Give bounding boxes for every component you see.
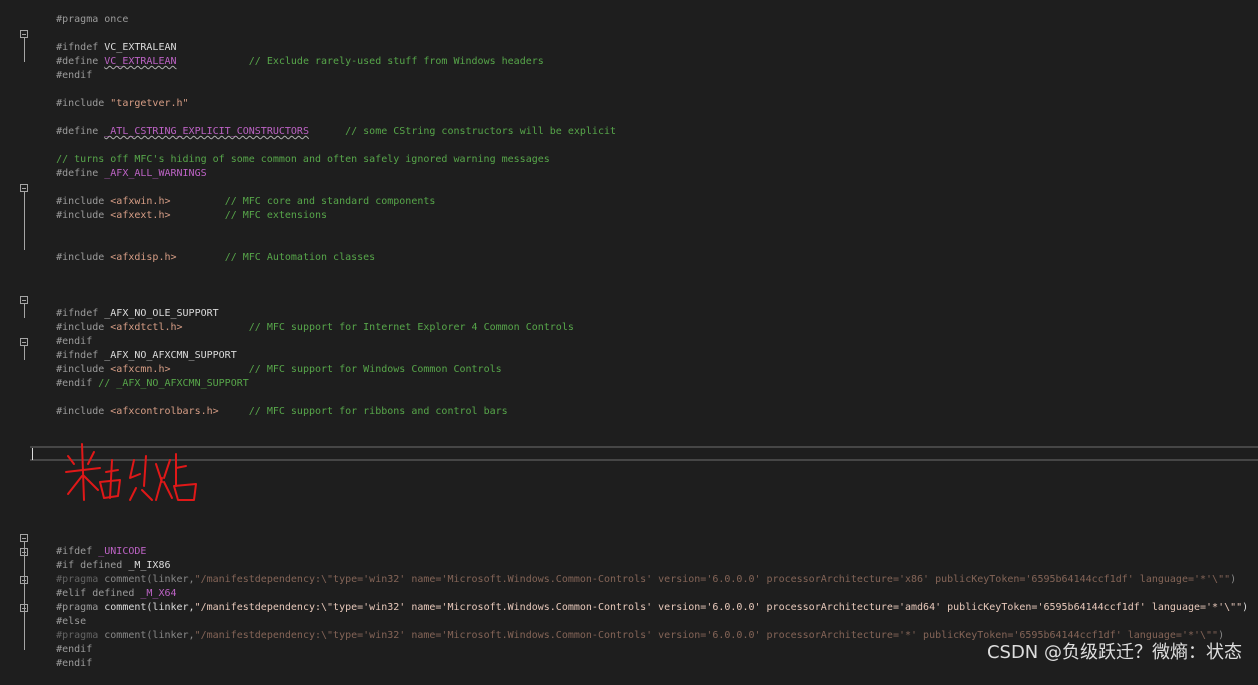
handwritten-annotation: 粘贴 [65,443,197,501]
fold-toggle[interactable] [20,30,28,38]
code-line: #ifndef _AFX_NO_AFXCMN_SUPPORT [56,350,237,361]
code-line: #pragma comment(linker,"/manifestdepende… [56,574,1237,585]
fold-toggle[interactable] [20,576,28,584]
code-line: #define _ATL_CSTRING_EXPLICIT_CONSTRUCTO… [56,126,617,137]
code-line: #include "targetver.h" [56,98,189,109]
code-line: #endif [56,336,93,347]
fold-guide [24,346,25,360]
code-line: #define VC_EXTRALEAN // Exclude rarely-u… [56,56,544,67]
fold-toggle[interactable] [20,548,28,556]
code-line: #pragma comment(linker,"/manifestdepende… [56,630,1225,641]
text-caret [32,448,33,460]
code-line: #pragma comment(linker,"/manifestdepende… [56,602,1249,613]
code-line: // turns off MFC's hiding of some common… [56,154,550,165]
code-line: #else [56,616,87,627]
code-line: #include <afxdtctl.h> // MFC support for… [56,322,574,333]
code-line: #include <afxcontrolbars.h> // MFC suppo… [56,406,508,417]
watermark: CSDN @负级跃迁？微熵：状态 [986,642,1242,663]
code-line: #ifdef _UNICODE [56,546,147,557]
code-line: #if defined _M_IX86 [56,560,171,571]
code-line: #include <afxext.h> // MFC extensions [56,210,328,221]
code-line: #endif // _AFX_NO_AFXCMN_SUPPORT [56,378,249,389]
code-editor[interactable]: #pragma once #ifndef VC_EXTRALEAN #defin… [0,0,1258,672]
code-line: #include <afxwin.h> // MFC core and stan… [56,196,436,207]
fold-guide [24,304,25,318]
fold-toggle[interactable] [20,534,28,542]
fold-toggle[interactable] [20,184,28,192]
fold-toggle[interactable] [20,338,28,346]
fold-guide [24,192,25,250]
code-line: #pragma once [56,14,129,25]
code-line: #include <afxcmn.h> // MFC support for W… [56,364,502,375]
code-line: #include <afxdisp.h> // MFC Automation c… [56,252,376,263]
code-line: #endif [56,644,93,655]
code-line: #endif [56,70,93,81]
fold-toggle[interactable] [20,604,28,612]
code-line: #elif defined _M_X64 [56,588,177,599]
current-line-highlight [30,446,1258,461]
fold-toggle[interactable] [20,296,28,304]
code-line: #ifndef _AFX_NO_OLE_SUPPORT [56,308,219,319]
fold-guide [24,542,25,650]
code-line: #endif [56,658,93,669]
fold-guide [24,38,25,62]
code-line: #ifndef VC_EXTRALEAN [56,42,177,53]
code-line: #define _AFX_ALL_WARNINGS [56,168,207,179]
